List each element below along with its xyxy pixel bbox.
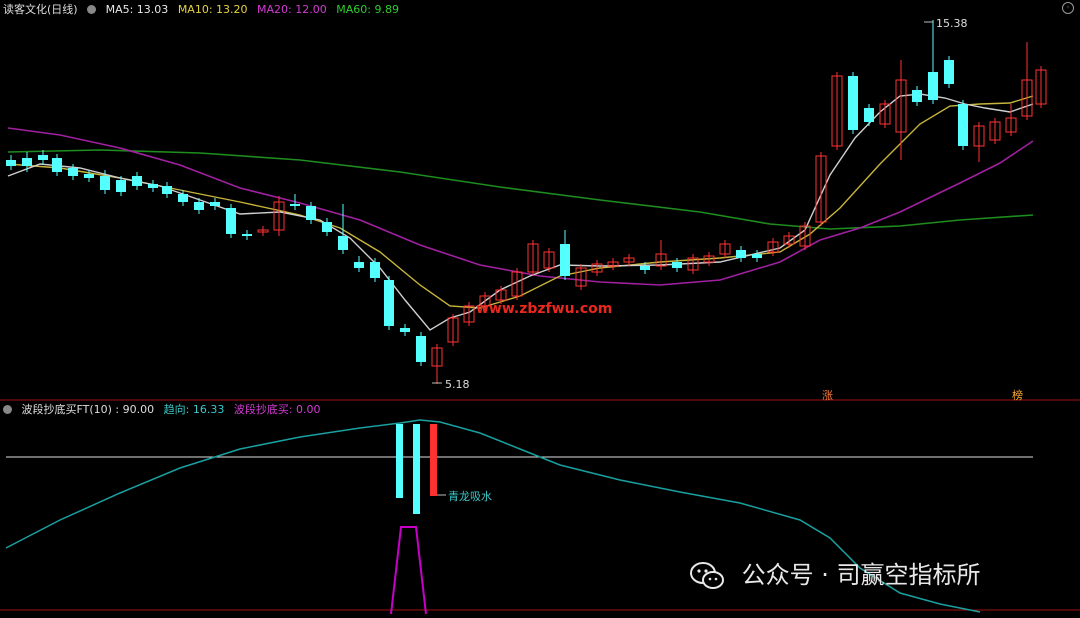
footer-watermark: 公众号 · 司赢空指标所 <box>690 555 981 590</box>
candle-body <box>38 155 48 160</box>
candle-body <box>6 160 16 166</box>
signal-bar <box>396 424 403 498</box>
main-panel-header: 读客文化(日线) MA5: 13.03 MA10: 13.20 MA20: 12… <box>3 3 405 17</box>
candle-body <box>958 104 968 146</box>
candle-body <box>22 158 32 166</box>
watermark-text: 公众号 · 司赢空指标所 <box>741 561 981 589</box>
candle-body <box>68 168 78 176</box>
ma60-label: MA60: 9.89 <box>336 3 399 16</box>
candle-body <box>194 202 204 210</box>
candle-body <box>52 158 62 172</box>
candle-body <box>736 250 746 258</box>
candle-body <box>384 280 394 326</box>
ma10-line <box>7 95 1034 309</box>
candle-body <box>416 336 426 362</box>
candle-body <box>864 108 874 122</box>
ma5-label: MA5: 13.03 <box>105 3 169 16</box>
candle-body <box>640 266 650 270</box>
watermark-url: www.zbzfwu.com <box>476 301 612 317</box>
candle-body <box>400 328 410 332</box>
candle-body <box>100 176 110 190</box>
settings-icon[interactable]: ◦ <box>1062 2 1074 14</box>
candle-body <box>672 262 682 268</box>
main-title: 读客文化(日线) <box>3 3 78 16</box>
circle-dot-icon[interactable] <box>87 4 97 14</box>
candle-body <box>210 202 220 206</box>
signal-bar <box>413 424 420 514</box>
candle-body <box>912 90 922 102</box>
candle-body <box>132 176 142 186</box>
candle-body <box>752 254 762 258</box>
candle-body <box>338 236 348 250</box>
high-price-label: 15.38 <box>936 17 968 30</box>
candle-body <box>370 262 380 278</box>
candle-body <box>560 244 570 276</box>
candle-body <box>162 186 172 194</box>
signal-bar <box>430 424 437 496</box>
marker-label: 涨 <box>822 389 833 402</box>
annotation-label: 青龙吸水 <box>448 490 492 503</box>
signal-label: 波段抄底买: 0.00 <box>233 403 321 416</box>
candle-body <box>178 194 188 202</box>
candle-body <box>354 262 364 268</box>
candle-body <box>148 184 158 188</box>
ma10-label: MA10: 13.20 <box>177 3 248 16</box>
candle-body <box>322 222 332 232</box>
wechat-icon <box>690 562 724 589</box>
candle-body <box>848 76 858 130</box>
ma20-label: MA20: 12.00 <box>257 3 327 16</box>
candle-body <box>928 72 938 100</box>
candle-body <box>116 180 126 192</box>
circle-dot-icon[interactable] <box>3 404 12 414</box>
chart-stage[interactable]: 15.38 5.18 www.zbzfwu.com 涨 榜青龙吸水 <box>0 0 1080 615</box>
ma60-line <box>7 149 1034 230</box>
marker-label: 榜 <box>1012 388 1023 402</box>
sub-title: 波段抄底买FT(10) : 90.00 <box>21 403 155 416</box>
candle-body <box>290 204 300 206</box>
candle-body <box>242 234 252 236</box>
candle-body <box>944 60 954 84</box>
low-price-label: 5.18 <box>445 378 470 391</box>
signal-line <box>390 526 427 615</box>
candle-body <box>84 174 94 178</box>
chart-svg[interactable]: 15.38 5.18 www.zbzfwu.com 涨 榜青龙吸水 <box>0 0 1080 615</box>
candle-body <box>226 208 236 234</box>
ma5-line <box>7 93 1034 331</box>
sub-panel-header: 波段抄底买FT(10) : 90.00 趋向: 16.33 波段抄底买: 0.0… <box>3 403 327 417</box>
trend-label: 趋向: 16.33 <box>163 403 225 416</box>
candle-body <box>306 206 316 220</box>
